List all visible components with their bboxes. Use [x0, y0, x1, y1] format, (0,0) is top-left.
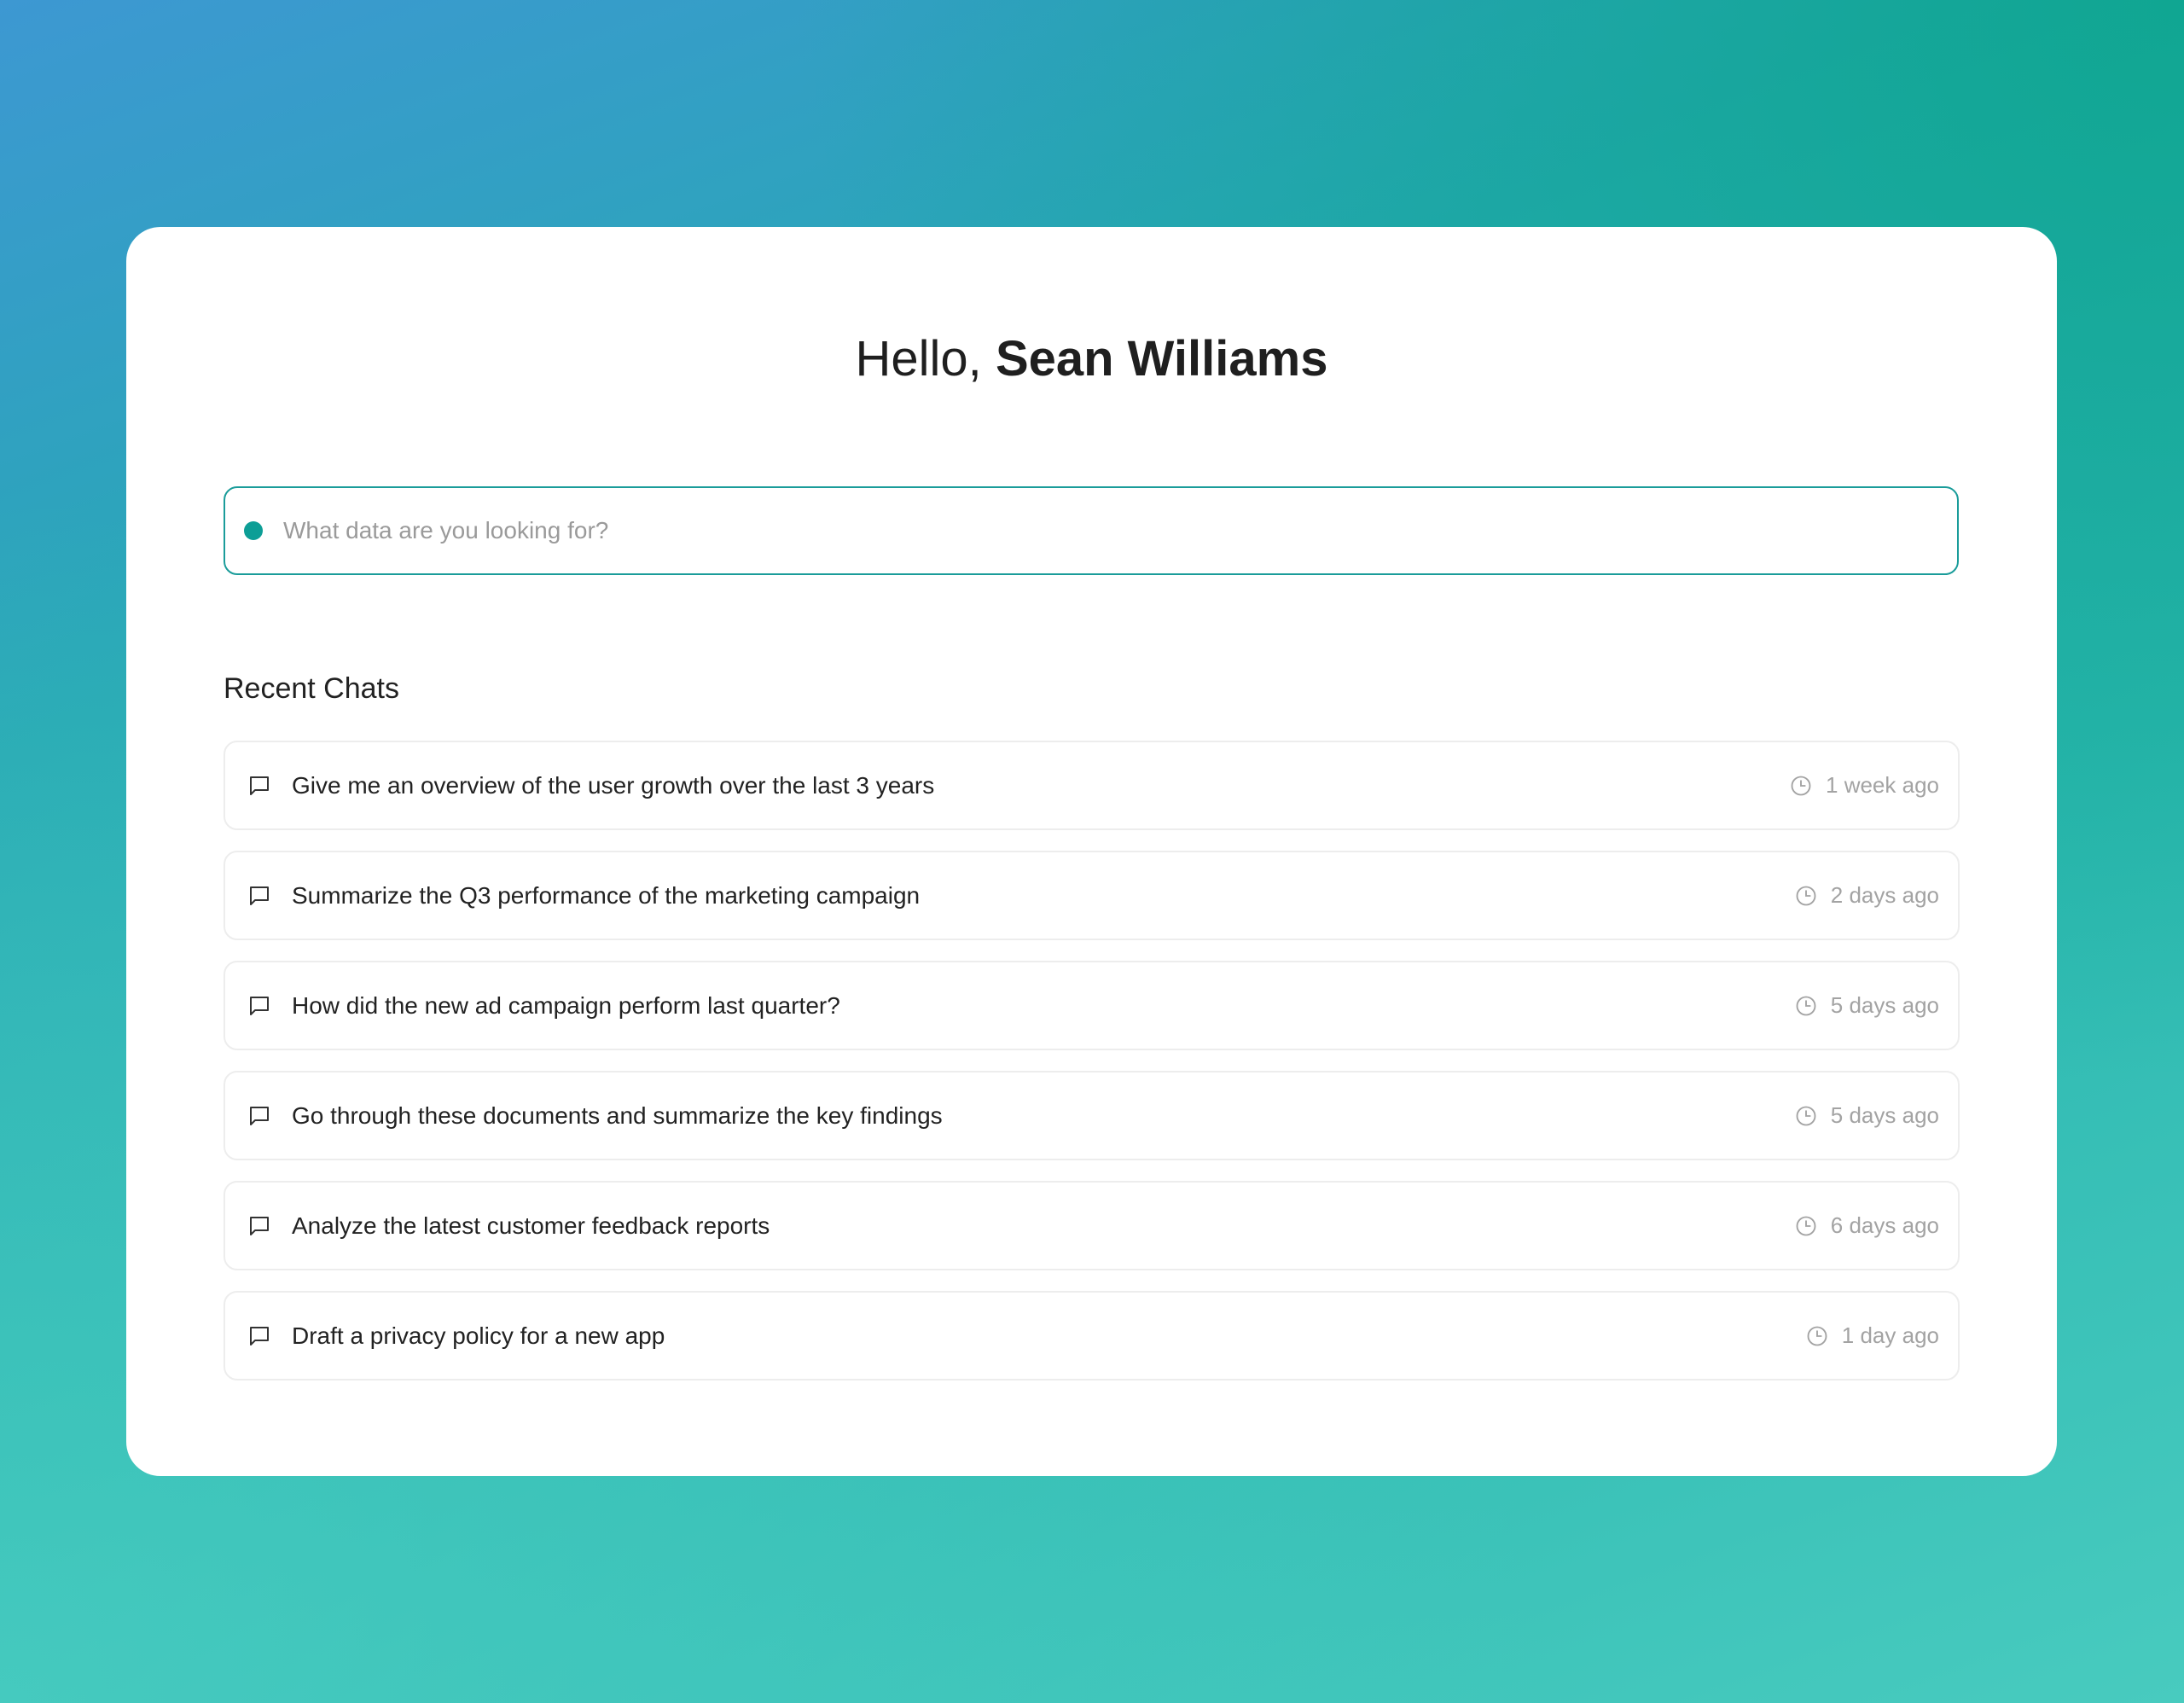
- chat-item[interactable]: Give me an overview of the user growth o…: [224, 741, 1960, 830]
- chat-item-title: Give me an overview of the user growth o…: [292, 771, 935, 799]
- chat-item-time: 5 days ago: [1793, 992, 1939, 1019]
- clock-icon: [1793, 1103, 1819, 1129]
- search-input[interactable]: [282, 504, 1957, 557]
- chat-item-time: 1 week ago: [1788, 772, 1939, 799]
- message-square-icon: [246, 1102, 273, 1130]
- chat-item-title: How did the new ad campaign perform last…: [292, 991, 840, 1019]
- message-square-icon: [246, 1212, 273, 1240]
- chat-item-title: Summarize the Q3 performance of the mark…: [292, 881, 921, 909]
- search-status-dot-icon: [244, 521, 263, 540]
- chat-item-time-label: 1 day ago: [1841, 1322, 1939, 1348]
- clock-icon: [1793, 993, 1819, 1019]
- chat-item-time-label: 5 days ago: [1830, 1102, 1939, 1128]
- clock-icon: [1793, 883, 1819, 909]
- chat-item-time: 1 day ago: [1804, 1322, 1939, 1349]
- chat-item[interactable]: Draft a privacy policy for a new app 1 d…: [224, 1291, 1960, 1380]
- chat-item-title: Go through these documents and summarize…: [292, 1101, 943, 1129]
- main-card: Hello, Sean Williams Recent Chats Give m…: [126, 227, 2057, 1476]
- chat-item-time: 6 days ago: [1793, 1212, 1939, 1239]
- clock-icon: [1788, 773, 1814, 799]
- recent-chats-list: Give me an overview of the user growth o…: [224, 741, 1960, 1380]
- chat-item[interactable]: Go through these documents and summarize…: [224, 1071, 1960, 1160]
- chat-item-title: Analyze the latest customer feedback rep…: [292, 1212, 770, 1239]
- clock-icon: [1804, 1323, 1830, 1349]
- clock-icon: [1793, 1213, 1819, 1239]
- greeting-hello: Hello,: [855, 331, 982, 387]
- message-square-icon: [246, 992, 273, 1020]
- recent-chats-title: Recent Chats: [224, 672, 399, 705]
- chat-item-time: 5 days ago: [1793, 1102, 1939, 1129]
- greeting-heading: Hello, Sean Williams: [126, 329, 2057, 389]
- greeting-user-name: Sean Williams: [995, 331, 1328, 387]
- chat-item-time-label: 2 days ago: [1830, 882, 1939, 908]
- message-square-icon: [246, 882, 273, 910]
- search-box[interactable]: [224, 486, 1959, 575]
- chat-item-title: Draft a privacy policy for a new app: [292, 1322, 665, 1349]
- chat-item-time: 2 days ago: [1793, 882, 1939, 909]
- chat-item[interactable]: Summarize the Q3 performance of the mark…: [224, 851, 1960, 940]
- chat-item[interactable]: How did the new ad campaign perform last…: [224, 961, 1960, 1050]
- message-square-icon: [246, 772, 273, 799]
- chat-item[interactable]: Analyze the latest customer feedback rep…: [224, 1181, 1960, 1270]
- message-square-icon: [246, 1322, 273, 1350]
- chat-item-time-label: 6 days ago: [1830, 1212, 1939, 1238]
- chat-item-time-label: 5 days ago: [1830, 992, 1939, 1018]
- chat-item-time-label: 1 week ago: [1826, 772, 1939, 798]
